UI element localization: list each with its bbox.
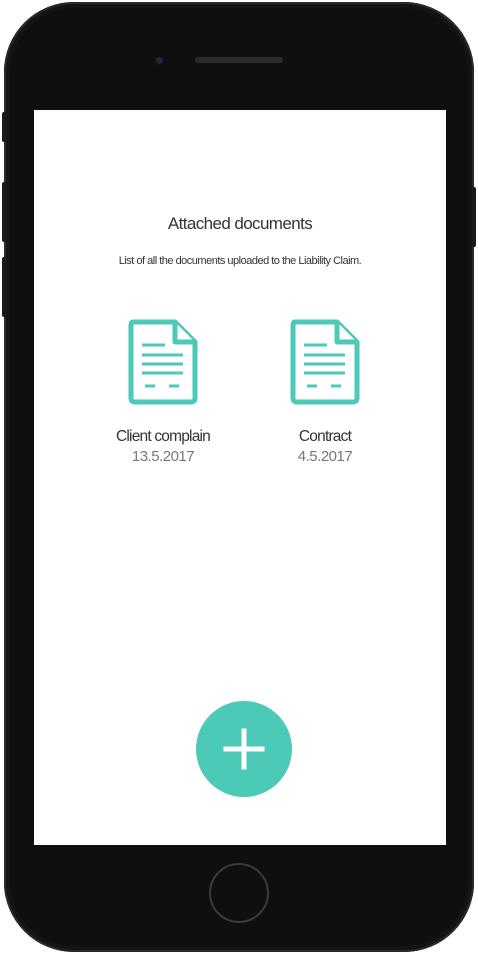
document-icon bbox=[127, 318, 199, 406]
volume-down-button bbox=[2, 257, 6, 317]
document-name: Contract bbox=[298, 428, 352, 445]
plus-icon bbox=[223, 728, 265, 770]
document-item-client-complain[interactable]: Client complain 13.5.2017 bbox=[98, 318, 228, 467]
document-date: 4.5.2017 bbox=[297, 448, 353, 465]
document-name: Client complain bbox=[116, 428, 211, 445]
power-button bbox=[472, 187, 476, 247]
app-screen: Attached documents List of all the docum… bbox=[34, 110, 446, 845]
document-item-contract[interactable]: Contract 4.5.2017 bbox=[260, 318, 390, 467]
volume-up-button bbox=[2, 182, 6, 242]
page-title: Attached documents bbox=[167, 214, 313, 233]
add-document-button[interactable] bbox=[196, 701, 292, 797]
home-button[interactable] bbox=[209, 863, 269, 923]
front-camera bbox=[154, 55, 165, 66]
document-date: 13.5.2017 bbox=[131, 448, 195, 465]
mute-switch bbox=[2, 112, 6, 142]
page-subtitle: List of all the documents uploaded to th… bbox=[118, 255, 362, 267]
document-icon bbox=[289, 318, 361, 406]
phone-frame: Attached documents List of all the docum… bbox=[2, 2, 476, 952]
earpiece-speaker bbox=[195, 57, 283, 63]
